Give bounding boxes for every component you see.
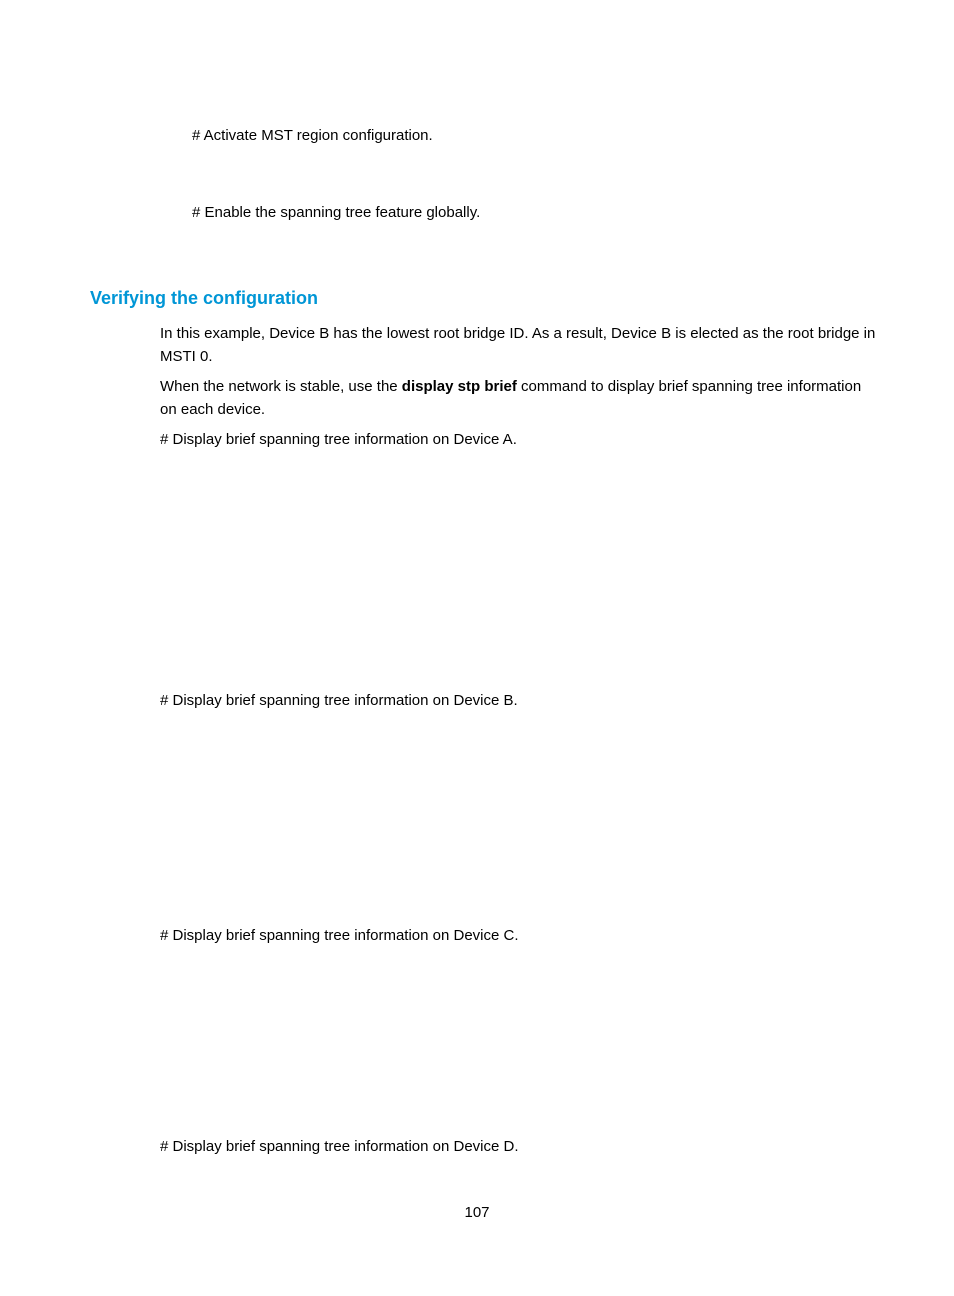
para-root-bridge: In this example, Device B has the lowest…	[160, 323, 879, 368]
para-device-d: # Display brief spanning tree informatio…	[160, 1136, 879, 1159]
para-activate-mst: # Activate MST region configuration.	[192, 125, 879, 148]
spacer	[90, 156, 879, 202]
page-content: # Activate MST region configuration. # E…	[90, 125, 879, 1166]
para-enable-stp: # Enable the spanning tree feature globa…	[192, 202, 879, 225]
spacer	[90, 956, 879, 1136]
text-segment: When the network is stable, use the	[160, 378, 402, 395]
spacer	[90, 720, 879, 925]
para-device-a: # Display brief spanning tree informatio…	[160, 429, 879, 452]
page-number: 107	[0, 1204, 954, 1221]
para-device-b: # Display brief spanning tree informatio…	[160, 690, 879, 713]
command-bold: display stp brief	[402, 378, 517, 395]
spacer	[90, 232, 879, 260]
spacer	[90, 460, 879, 690]
para-device-c: # Display brief spanning tree informatio…	[160, 925, 879, 948]
para-display-stp: When the network is stable, use the disp…	[160, 376, 879, 421]
section-heading-verifying: Verifying the configuration	[90, 288, 879, 309]
